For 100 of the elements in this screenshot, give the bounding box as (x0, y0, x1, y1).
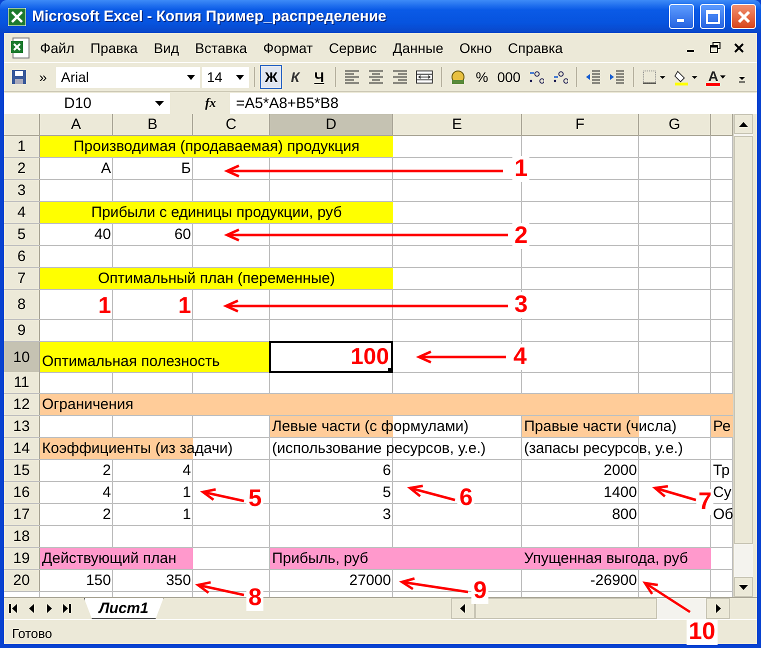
paint-bucket-icon[interactable] (674, 68, 698, 86)
toolbar-button[interactable]: » (32, 65, 54, 89)
menu-item[interactable]: Вид (146, 36, 188, 58)
row-header[interactable]: 2 (4, 158, 40, 180)
first-sheet-icon[interactable] (8, 604, 18, 613)
column-header[interactable]: F (522, 114, 639, 136)
font-size-field[interactable]: 14 (202, 66, 250, 88)
row-header[interactable]: 14 (4, 438, 40, 460)
borders-icon[interactable] (642, 68, 666, 86)
window-title: Microsoft Excel - Копия Пример_распределение (32, 8, 388, 25)
menu-item[interactable]: Вставка (187, 36, 256, 58)
dropdown-arrow-icon[interactable] (155, 100, 164, 106)
increase-indent-icon[interactable] (608, 68, 625, 86)
menu-item[interactable]: Правка (82, 36, 146, 58)
next-sheet-icon[interactable] (44, 604, 54, 613)
row-header[interactable]: 20 (4, 570, 40, 592)
column-header[interactable]: C (193, 114, 270, 136)
row-header[interactable]: 15 (4, 460, 40, 482)
maximize-icon[interactable] (706, 10, 720, 24)
cell-text: 1 (182, 505, 192, 525)
format-button[interactable]: Ч (308, 65, 330, 89)
restore-icon[interactable] (710, 42, 720, 53)
minimize-button[interactable] (669, 4, 694, 29)
cell-text: Производимая (продаваемая) продукция (72, 137, 360, 157)
row-header[interactable]: 5 (4, 224, 40, 246)
cell-text: Действующий план (41, 549, 178, 569)
up-arrow-icon[interactable] (739, 122, 748, 126)
right-arrow-icon[interactable] (716, 604, 720, 613)
cell-text: Левые части (с формулами) (271, 417, 470, 437)
close-button[interactable] (731, 4, 756, 29)
scroll-down-button[interactable] (734, 577, 753, 597)
callout-number: 8 (246, 585, 264, 611)
align-right-icon[interactable] (392, 68, 408, 86)
down-arrow-icon[interactable] (739, 584, 748, 590)
font-name-field[interactable]: Arial (56, 66, 200, 88)
menu-item[interactable]: Формат (255, 36, 321, 58)
sheet-tab[interactable]: Лист1 (84, 598, 164, 619)
dropdown-arrow-icon[interactable] (186, 74, 195, 80)
arrow (652, 484, 696, 502)
cell-text: 1 (182, 483, 192, 503)
row-header[interactable]: 6 (4, 246, 40, 268)
formula-field[interactable]: =A5*A8+B5*B8 (230, 92, 757, 114)
dropdown-arrow-icon[interactable] (720, 75, 726, 79)
column-header[interactable]: A (40, 114, 113, 136)
format-button[interactable]: Ж (260, 65, 282, 89)
row-header[interactable]: 11 (4, 372, 40, 394)
decrease-indent-icon[interactable] (584, 68, 601, 86)
scroll-thumb[interactable] (734, 136, 753, 544)
close-icon[interactable] (734, 42, 744, 52)
menu-item[interactable]: Файл (32, 36, 82, 58)
toolbar-button[interactable]: % (470, 65, 493, 89)
cell-text: 800 (610, 505, 638, 525)
column-header[interactable]: D (270, 114, 393, 136)
last-sheet-icon[interactable] (62, 604, 72, 613)
scroll-left-button[interactable] (450, 598, 474, 619)
row-header[interactable]: 1 (4, 136, 40, 158)
decrease-decimal-icon[interactable] (552, 68, 568, 86)
previous-sheet-icon[interactable] (26, 604, 36, 613)
scroll-up-button[interactable] (734, 114, 753, 134)
function-button[interactable]: fx (170, 95, 230, 111)
row-header[interactable]: 19 (4, 548, 40, 570)
scroll-right-button[interactable] (706, 598, 730, 619)
align-center-icon[interactable] (368, 68, 384, 86)
column-header[interactable]: G (639, 114, 711, 136)
workbook-icon[interactable] (10, 36, 32, 58)
row-header[interactable]: 13 (4, 416, 40, 438)
menu-item[interactable]: Данные (384, 36, 452, 58)
column-header[interactable]: E (393, 114, 522, 136)
cell-text: 350 (164, 571, 192, 591)
merge-cells-icon[interactable] (416, 68, 433, 86)
format-button[interactable]: К (284, 65, 306, 89)
coins-icon[interactable] (450, 68, 466, 86)
excel-logo-icon (8, 8, 26, 26)
align-left-icon[interactable] (344, 68, 360, 86)
left-arrow-icon[interactable] (460, 604, 465, 613)
menu-item[interactable]: Сервис (320, 36, 385, 58)
row-header[interactable]: 9 (4, 320, 40, 342)
row-header[interactable]: 8 (4, 290, 40, 320)
cell-text: 40 (93, 225, 112, 245)
cell-text: 1 (97, 291, 112, 320)
row-header[interactable]: 3 (4, 180, 40, 202)
toolbar-button[interactable]: 000 (494, 65, 523, 89)
save-icon[interactable] (11, 68, 27, 86)
row-header[interactable]: 10 (4, 342, 40, 373)
dropdown-arrow-icon[interactable] (236, 74, 244, 80)
name-box[interactable]: D10 (4, 92, 170, 114)
row-header[interactable]: 17 (4, 504, 40, 526)
row-header[interactable]: 4 (4, 202, 40, 224)
row-header[interactable]: 18 (4, 526, 40, 548)
scroll-thumb[interactable] (474, 598, 656, 619)
increase-decimal-icon[interactable] (528, 68, 544, 86)
selected-cell[interactable]: 100 (269, 341, 393, 373)
row-header[interactable]: 16 (4, 482, 40, 504)
font-color-button[interactable]: A (703, 65, 729, 89)
row-header[interactable]: 12 (4, 394, 40, 416)
maximize-button[interactable] (700, 4, 725, 29)
column-header[interactable]: B (113, 114, 193, 136)
menu-item[interactable]: Справка (500, 36, 571, 58)
row-header[interactable]: 7 (4, 268, 40, 290)
menu-item[interactable]: Окно (451, 36, 500, 58)
